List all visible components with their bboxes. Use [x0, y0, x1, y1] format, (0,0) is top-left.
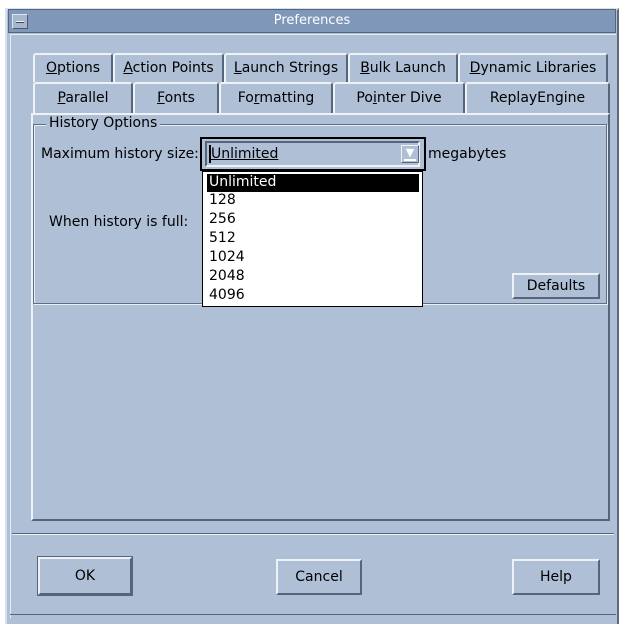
list-item[interactable]: 4096: [207, 287, 419, 305]
list-item[interactable]: 2048: [207, 268, 419, 286]
tab-replayengine[interactable]: ReplayEngine: [465, 82, 610, 114]
tab-action-points-mnemonic: A: [123, 60, 133, 76]
list-item[interactable]: 128: [207, 192, 419, 210]
footer-separator: [12, 533, 614, 535]
list-item[interactable]: 256: [207, 211, 419, 229]
tab-launch-strings[interactable]: Launch Strings: [224, 53, 348, 82]
help-button[interactable]: Help: [512, 559, 600, 595]
window-bottom-edge: [10, 614, 616, 615]
title-bar[interactable]: Preferences: [8, 9, 616, 33]
history-options-label: History Options: [46, 115, 161, 131]
tab-formatting[interactable]: Formatting: [219, 82, 333, 114]
tab-fonts-mnemonic: F: [157, 90, 165, 106]
tab-bulk-launch-mnemonic: B: [360, 60, 370, 76]
max-history-size-label: Maximum history size:: [41, 146, 199, 162]
tab-action-points[interactable]: Action Points: [113, 53, 224, 82]
defaults-button[interactable]: Defaults: [512, 273, 600, 299]
max-history-size-value: Unlimited: [211, 146, 279, 162]
dropdown-arrow-icon[interactable]: ▼: [401, 145, 419, 163]
cancel-button[interactable]: Cancel: [276, 559, 362, 595]
tab-options-mnemonic: O: [45, 60, 58, 76]
megabytes-label: megabytes: [428, 146, 507, 162]
tab-fonts[interactable]: Fonts: [133, 82, 219, 114]
tab-pointer-dive[interactable]: Pointer Dive: [333, 82, 465, 114]
tab-options[interactable]: Options: [33, 53, 113, 82]
ok-button[interactable]: OK: [37, 556, 133, 596]
list-item[interactable]: 1024: [207, 249, 419, 267]
window-title: Preferences: [273, 13, 351, 28]
list-item[interactable]: Unlimited: [207, 174, 419, 192]
tab-launch-strings-mnemonic: L: [233, 60, 242, 76]
when-history-full-label: When history is full:: [49, 214, 189, 230]
tab-dynamic-libraries[interactable]: Dynamic Libraries: [458, 53, 608, 82]
tab-dynamic-libraries-mnemonic: D: [469, 60, 481, 76]
list-item[interactable]: 512: [207, 230, 419, 248]
history-size-dropdown-list[interactable]: Unlimited 128 256 512 1024 2048 4096: [202, 171, 423, 307]
tab-bulk-launch[interactable]: Bulk Launch: [348, 53, 458, 82]
tab-parallel[interactable]: Parallel: [33, 82, 133, 114]
